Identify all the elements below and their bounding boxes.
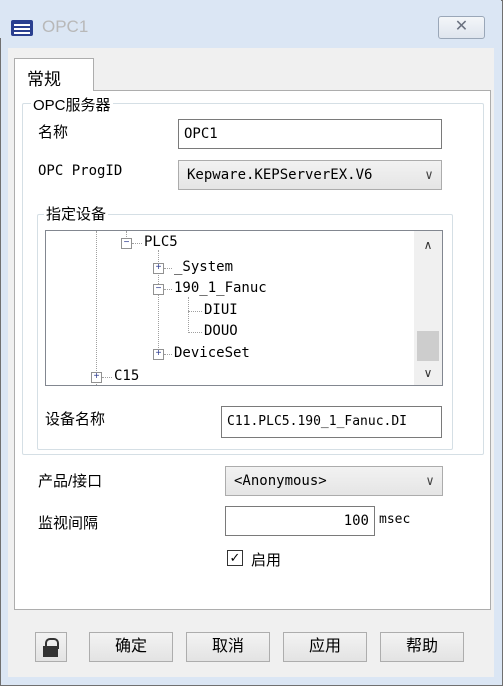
monitor-input[interactable]: 100 <box>225 506 375 536</box>
enable-checkbox[interactable]: ✓ <box>227 550 243 566</box>
ok-button[interactable]: 确定 <box>89 632 173 662</box>
check-icon: ✓ <box>229 550 241 565</box>
scrollbar-thumb[interactable] <box>417 331 439 361</box>
chevron-down-icon: ∨ <box>426 474 434 489</box>
device-name-input[interactable]: C11.PLC5.190_1_Fanuc.DI <box>221 406 442 438</box>
close-icon: ✕ <box>454 18 469 35</box>
tree-node-plc5[interactable]: PLC5 <box>144 234 178 250</box>
name-label: 名称 <box>38 124 69 141</box>
collapse-icon[interactable]: − <box>121 238 132 249</box>
tree-scrollbar[interactable]: ∧ ∨ <box>414 231 442 385</box>
collapse-icon[interactable]: − <box>153 284 164 295</box>
tree-node-fanuc[interactable]: 190_1_Fanuc <box>174 280 267 296</box>
chevron-down-icon: ∨ <box>425 168 433 183</box>
scroll-down-icon[interactable]: ∨ <box>414 363 442 383</box>
scroll-up-icon[interactable]: ∧ <box>414 235 442 255</box>
lock-button[interactable] <box>35 632 67 662</box>
name-input[interactable]: OPC1 <box>178 119 442 149</box>
enable-label: 启用 <box>251 552 282 569</box>
tree-node-deviceset[interactable]: DeviceSet <box>174 345 250 361</box>
monitor-unit: msec <box>379 512 411 527</box>
tree-node-system[interactable]: _System <box>174 259 233 275</box>
close-button[interactable]: ✕ <box>438 16 485 39</box>
expand-icon[interactable]: + <box>91 372 102 383</box>
device-group-title: 指定设备 <box>44 203 109 224</box>
help-button[interactable]: 帮助 <box>380 632 464 662</box>
tab-general[interactable]: 常规 <box>14 58 94 91</box>
tree-node-diui[interactable]: DIUI <box>204 302 238 318</box>
product-label: 产品/接口 <box>38 473 103 490</box>
product-select[interactable]: <Anonymous> ∨ <box>225 466 443 496</box>
monitor-label: 监视间隔 <box>38 515 99 532</box>
progid-label: OPC ProgID <box>38 163 123 179</box>
app-icon <box>11 20 33 36</box>
progid-select[interactable]: Kepware.KEPServerEX.V6 ∨ <box>178 160 442 190</box>
tree-node-douo[interactable]: DOUO <box>204 323 238 339</box>
expand-icon[interactable]: + <box>153 349 164 360</box>
opc-server-group-title: OPC服务器 <box>31 94 113 115</box>
cancel-button[interactable]: 取消 <box>186 632 270 662</box>
device-tree[interactable]: − PLC5 + _System − 190_1_Fanuc DIUI DOUO… <box>45 230 443 386</box>
device-name-label: 设备名称 <box>45 411 106 428</box>
expand-icon[interactable]: + <box>153 263 164 274</box>
apply-button[interactable]: 应用 <box>283 632 367 662</box>
window-title: OPC1 <box>42 17 89 36</box>
tree-node-c15[interactable]: C15 <box>114 368 139 384</box>
progid-value: Kepware.KEPServerEX.V6 <box>187 167 373 183</box>
product-value: <Anonymous> <box>234 473 327 489</box>
